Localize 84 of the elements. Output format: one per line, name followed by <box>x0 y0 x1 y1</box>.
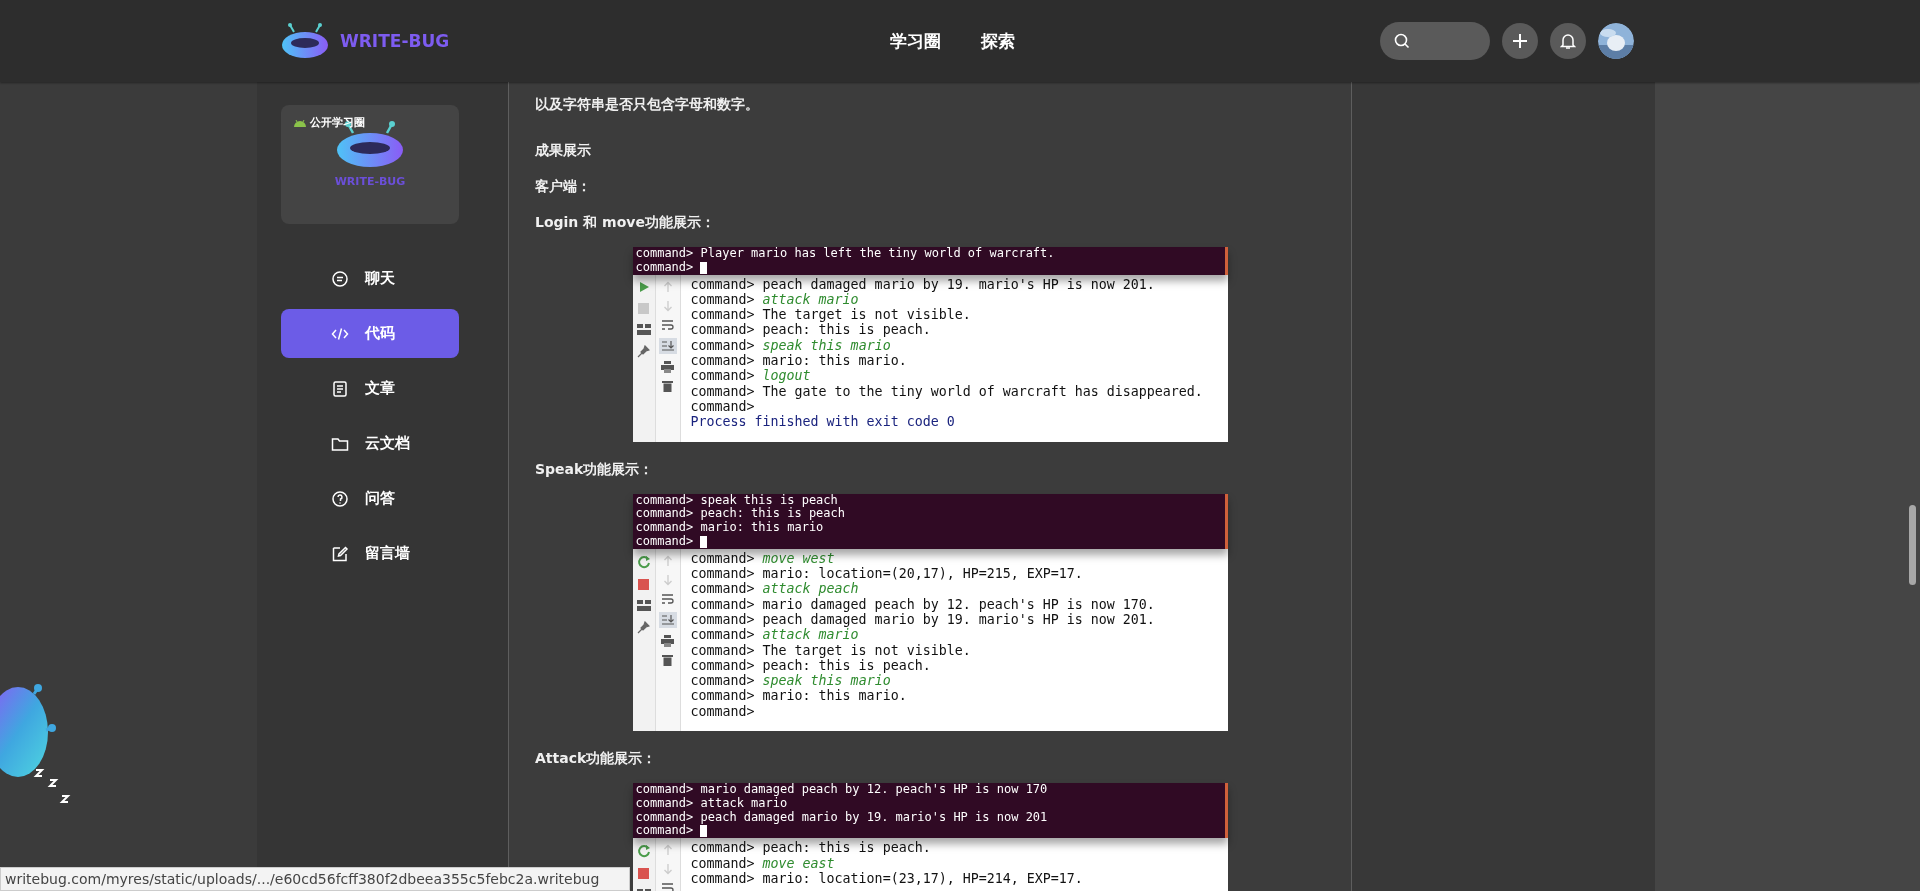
console-line: command> move east <box>690 855 836 871</box>
search-icon <box>1394 33 1410 49</box>
link-url: writebug.com/myres/static/uploads/.../e60cd56fcff380f2dbeea355c5febc2a.writebug <box>5 871 600 887</box>
terminal-line: command> attack mario <box>635 796 788 811</box>
section-label: Login 和 move功能展示： <box>535 213 716 232</box>
section-label: 成果展示 <box>535 141 592 160</box>
document-icon <box>331 379 349 398</box>
console-line: command> peach: this is peach. <box>690 322 932 338</box>
badge-label: 公开学习圈 <box>310 115 365 130</box>
console-line: command> move west <box>690 550 836 567</box>
terminal-line: command> peach: this is peach <box>635 507 845 521</box>
trash-icon[interactable] <box>662 379 673 392</box>
rerun-icon[interactable] <box>636 844 651 859</box>
circle-card[interactable]: 公开学习圈 WRITE-BUG <box>281 105 459 224</box>
console-line: command> speak this mario <box>690 337 892 354</box>
console-line: command> mario: location=(20,17), HP=215, EXP=17. <box>690 566 1084 582</box>
mascot-logo-icon[interactable] <box>280 23 330 59</box>
wrap-icon[interactable] <box>661 882 674 891</box>
scroll-to-end-icon[interactable] <box>658 611 677 628</box>
wrap-icon[interactable] <box>661 318 674 331</box>
pin-icon[interactable] <box>637 344 650 358</box>
sidebar-item[interactable]: 留言墙 <box>281 529 459 578</box>
console-line: command> peach: this is peach. <box>690 840 932 856</box>
console-line: command> speak this mario <box>690 673 892 689</box>
sidebar-item[interactable]: 云文档 <box>281 419 459 468</box>
sidebar-item[interactable]: 问答 <box>281 474 459 523</box>
console-line: command> The target is not visible. <box>690 307 972 323</box>
terminal-line: command> <box>635 260 694 275</box>
console-line: command> peach damaged mario by 19. mario's HP is now 201. <box>690 611 1155 628</box>
layout-icon[interactable] <box>636 323 651 335</box>
terminal-line: command> Player mario has left the tiny world of warcraft. <box>635 247 1055 261</box>
terminal-line: command> speak this is peach <box>635 493 838 508</box>
nav-link[interactable]: 学习圈 <box>890 29 941 53</box>
search-field[interactable] <box>1380 22 1490 60</box>
print-icon[interactable] <box>661 634 674 647</box>
console-line: command> mario: this mario. <box>690 353 908 369</box>
sidebar-item[interactable]: 文章 <box>281 364 459 413</box>
trash-icon[interactable] <box>662 653 673 666</box>
console-line: command> mario damaged peach by 12. peach's HP is now 170. <box>690 596 1155 612</box>
card-logo-text: WRITE-BUG <box>334 175 406 188</box>
console-line: command> <box>690 398 755 415</box>
print-icon[interactable] <box>661 360 674 373</box>
paragraph-line: 以及字符串是否只包含字母和数字。 <box>535 95 760 114</box>
add-button[interactable] <box>1502 23 1538 59</box>
terminal-line: command> mario: this mario <box>635 521 824 535</box>
scroll-to-end-icon[interactable] <box>658 337 677 354</box>
terminal-line: command> peach damaged mario by 19. mario's HP is now 201 <box>635 810 1048 824</box>
avatar[interactable] <box>1598 23 1634 59</box>
edit-icon <box>331 544 349 563</box>
terminal-line: command> <box>635 534 694 549</box>
notification-button[interactable] <box>1550 23 1586 59</box>
question-icon <box>331 489 349 508</box>
run-icon[interactable] <box>637 280 650 293</box>
console-line: command> attack mario <box>690 291 859 308</box>
console-line: command> The target is not visible. <box>690 642 972 658</box>
plus-icon <box>1511 32 1529 50</box>
layout-icon[interactable] <box>636 599 651 611</box>
console-line: command> attack mario <box>690 627 860 643</box>
console-line: command> attack peach <box>690 581 860 597</box>
console-line: Process finished with exit code 0 <box>690 414 956 430</box>
pin-icon[interactable] <box>637 620 650 634</box>
scrollbar-thumb[interactable] <box>1909 505 1916 585</box>
sidebar-item[interactable]: 聊天 <box>281 254 459 303</box>
console-line: command> logout <box>690 368 812 384</box>
nav-link[interactable]: 探索 <box>981 29 1015 53</box>
console-line: command> mario: this mario. <box>690 688 908 704</box>
section-label: 客户端： <box>535 177 592 196</box>
stop-icon[interactable] <box>638 868 649 880</box>
wrap-icon[interactable] <box>661 592 674 605</box>
console-line: command> peach: this is peach. <box>690 657 932 674</box>
section-label: Speak功能展示： <box>535 459 655 479</box>
console-line: command> peach damaged mario by 19. mario's HP is now 201. <box>690 276 1156 292</box>
stop-icon[interactable] <box>638 578 649 590</box>
terminal-line: command> mario damaged peach by 12. peach's HP is now 170 <box>635 783 1048 797</box>
rerun-icon[interactable] <box>636 554 651 569</box>
console-line: command> <box>690 703 756 719</box>
bell-icon <box>1560 32 1576 50</box>
console-line: command> mario: location=(23,17), HP=214, EXP=17. <box>690 870 1083 887</box>
console-line: command> The gate to the tiny world of warcraft has disappeared. <box>690 383 1203 399</box>
chat-icon <box>331 269 349 288</box>
terminal-line: command> <box>635 824 694 839</box>
section-label: Attack功能展示： <box>535 749 658 768</box>
sidebar-item[interactable]: 代码 <box>281 309 459 358</box>
android-icon <box>293 117 307 128</box>
